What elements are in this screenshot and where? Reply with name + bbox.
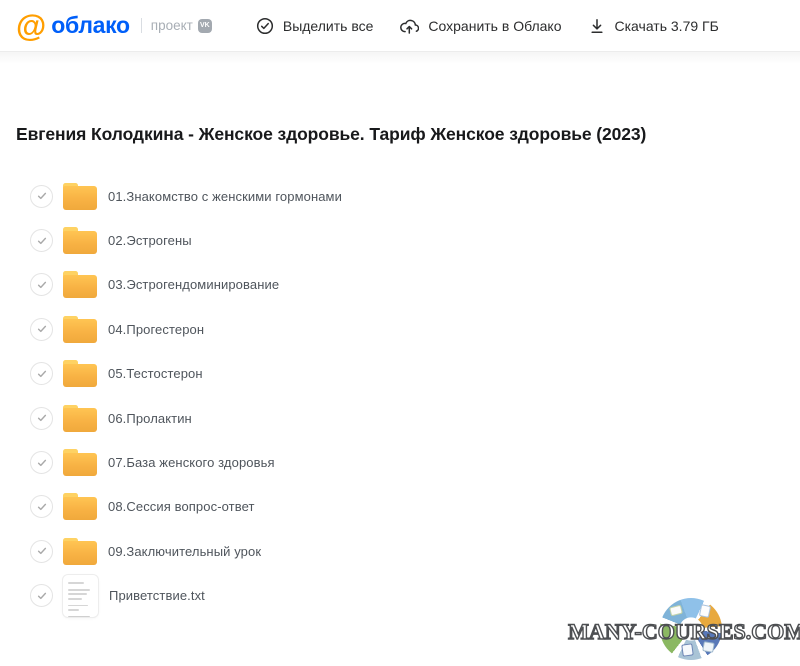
item-checkbox[interactable] [30, 451, 53, 474]
item-checkbox[interactable] [30, 318, 53, 341]
globe-doc-icon [681, 643, 694, 656]
header-actions: Выделить все Сохранить в Облако Скачать … [256, 17, 719, 35]
file-list: 01.Знакомство с женскими гормонами 02.Эс… [16, 174, 784, 618]
checkmark-icon [35, 411, 49, 425]
list-item[interactable]: 04.Прогестерон [16, 307, 784, 351]
folder-icon [63, 316, 97, 343]
logo-divider [141, 18, 142, 33]
folder-icon [63, 449, 97, 476]
item-name[interactable]: 01.Знакомство с женскими гормонами [108, 189, 342, 204]
folder-icon [63, 493, 97, 520]
page-title: Евгения Колодкина - Женское здоровье. Та… [16, 122, 784, 146]
globe-doc-icon [699, 604, 711, 618]
brand-name: облако [51, 12, 130, 39]
checkmark-icon [35, 589, 49, 603]
project-label: проект [151, 18, 193, 33]
list-item[interactable]: 01.Знакомство с женскими гормонами [16, 174, 784, 218]
cloud-upload-icon [399, 17, 419, 35]
checkmark-icon [35, 278, 49, 292]
globe-doc-icon [669, 605, 683, 617]
folder-icon [63, 538, 97, 565]
list-item[interactable]: 07.База женского здоровья [16, 440, 784, 484]
download-button[interactable]: Скачать 3.79 ГБ [588, 17, 719, 35]
header-shadow [0, 52, 800, 64]
item-checkbox[interactable] [30, 229, 53, 252]
checkmark-icon [35, 234, 49, 248]
header: @ облако проект VK Выделить все Сохранит [0, 0, 800, 52]
list-item[interactable]: 03.Эстрогендоминирование [16, 263, 784, 307]
item-checkbox[interactable] [30, 584, 53, 607]
folder-icon [63, 271, 97, 298]
select-all-label: Выделить все [283, 18, 374, 34]
item-name[interactable]: Приветствие.txt [109, 588, 205, 603]
folder-icon [63, 360, 97, 387]
item-checkbox[interactable] [30, 540, 53, 563]
folder-icon [63, 405, 97, 432]
item-name[interactable]: 04.Прогестерон [108, 322, 204, 337]
item-checkbox[interactable] [30, 362, 53, 385]
save-to-cloud-button[interactable]: Сохранить в Облако [399, 17, 561, 35]
list-item[interactable]: 09.Заключительный урок [16, 529, 784, 573]
item-name[interactable]: 02.Эстрогены [108, 233, 192, 248]
list-item[interactable]: 08.Сессия вопрос-ответ [16, 485, 784, 529]
folder-icon [63, 183, 97, 210]
checkmark-icon [35, 322, 49, 336]
checkmark-icon [35, 456, 49, 470]
folder-icon [63, 227, 97, 254]
text-file-icon [63, 575, 98, 617]
item-name[interactable]: 06.Пролактин [108, 411, 192, 426]
item-checkbox[interactable] [30, 185, 53, 208]
list-item[interactable]: 05.Тестостерон [16, 352, 784, 396]
check-circle-icon [256, 17, 274, 35]
download-label: Скачать 3.79 ГБ [615, 18, 719, 34]
download-icon [588, 17, 606, 35]
vk-logo-icon: VK [198, 19, 212, 33]
list-item[interactable]: 02.Эстрогены [16, 218, 784, 262]
checkmark-icon [35, 367, 49, 381]
select-all-button[interactable]: Выделить все [256, 17, 374, 35]
checkmark-icon [35, 500, 49, 514]
item-checkbox[interactable] [30, 273, 53, 296]
item-name[interactable]: 09.Заключительный урок [108, 544, 261, 559]
save-to-cloud-label: Сохранить в Облако [428, 18, 561, 34]
item-checkbox[interactable] [30, 407, 53, 430]
cloud-mail-logo[interactable]: @ облако проект VK [16, 12, 212, 40]
checkmark-icon [35, 189, 49, 203]
watermark-text: MANY-COURSES.COM [568, 619, 800, 645]
list-item[interactable]: 06.Пролактин [16, 396, 784, 440]
item-name[interactable]: 05.Тестостерон [108, 366, 203, 381]
item-name[interactable]: 08.Сессия вопрос-ответ [108, 499, 255, 514]
item-name[interactable]: 03.Эстрогендоминирование [108, 277, 279, 292]
mailru-at-icon: @ [16, 12, 45, 40]
checkmark-icon [35, 544, 49, 558]
main-content: Евгения Колодкина - Женское здоровье. Та… [0, 122, 800, 618]
watermark: MANY-COURSES.COM [570, 594, 800, 666]
item-name[interactable]: 07.База женского здоровья [108, 455, 275, 470]
item-checkbox[interactable] [30, 495, 53, 518]
